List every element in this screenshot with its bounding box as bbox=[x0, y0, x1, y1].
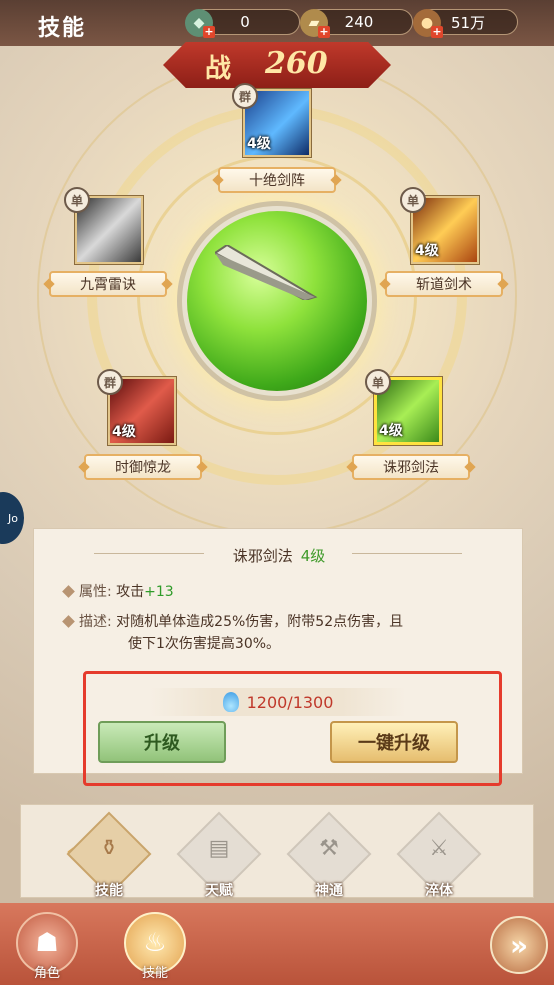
tab-talent-label: 天赋 bbox=[205, 883, 233, 899]
diamond-icon bbox=[62, 615, 75, 628]
skill-name-jiuxiao[interactable]: 九霄雷诀 bbox=[49, 271, 167, 297]
nav-skill-label: 技能 bbox=[141, 966, 168, 981]
attr-row: 属性: 攻击+13 bbox=[62, 581, 174, 603]
upgrade-button[interactable]: 升级 bbox=[98, 721, 226, 763]
skill-name-shiyu[interactable]: 时御惊龙 bbox=[84, 454, 202, 480]
attr-bonus: +13 bbox=[144, 584, 174, 600]
selected-skill-orb bbox=[187, 211, 367, 391]
resource-coin[interactable]: ● + 51万 bbox=[413, 9, 518, 38]
group-badge: 群 bbox=[97, 369, 123, 395]
hammer-icon: ⚒ bbox=[319, 836, 339, 861]
bottom-nav bbox=[0, 903, 554, 985]
book-icon: ▤ bbox=[208, 836, 230, 861]
attr-text: 攻击 bbox=[116, 584, 145, 600]
one-key-upgrade-button[interactable]: 一键升级 bbox=[330, 721, 458, 763]
tab-divine-label: 神通 bbox=[315, 883, 343, 899]
single-badge: 单 bbox=[400, 187, 426, 213]
resource-jade-value: 0 bbox=[240, 13, 250, 31]
arrow-right-icon: » bbox=[509, 928, 529, 962]
sword-icon: ⚔ bbox=[429, 836, 449, 861]
skill-name-zhuxie[interactable]: 诛邪剑法 bbox=[352, 454, 470, 480]
attr-label: 属性: bbox=[79, 584, 112, 600]
page-title: 技能 bbox=[38, 16, 87, 41]
desc-line2: 使下1次伤害提高30%。 bbox=[128, 636, 281, 652]
resource-coin-value: 51万 bbox=[450, 13, 486, 32]
detail-skill-level: 4级 bbox=[300, 547, 326, 565]
skill-level: 4级 bbox=[379, 423, 403, 439]
detail-title: 诛邪剑法 4级 bbox=[34, 545, 524, 566]
skill-level: 4级 bbox=[415, 243, 439, 259]
diamond-icon bbox=[62, 585, 75, 598]
skill-name-zhandao[interactable]: 斩道剑术 bbox=[385, 271, 503, 297]
group-badge: 群 bbox=[232, 83, 258, 109]
tab-temper-label: 淬体 bbox=[425, 883, 453, 899]
power-label: 战 bbox=[205, 54, 232, 84]
resource-ingot-value: 240 bbox=[344, 13, 374, 31]
tab-skill-label: 技能 bbox=[95, 883, 123, 899]
skill-icon: ♨ bbox=[143, 928, 167, 958]
skill-level: 4级 bbox=[247, 136, 271, 152]
spirit-flame-icon bbox=[222, 692, 239, 712]
resource-ingot[interactable]: ▰ + 240 bbox=[300, 9, 413, 38]
skill-name-shijue[interactable]: 十绝剑阵 bbox=[218, 167, 336, 193]
desc-line1: 对随机单体造成25%伤害，附带52点伤害，且 bbox=[116, 614, 404, 630]
desc-row: 描述: 对随机单体造成25%伤害，附带52点伤害，且 bbox=[62, 611, 404, 633]
detail-skill-name: 诛邪剑法 bbox=[232, 547, 293, 565]
single-badge: 单 bbox=[64, 187, 90, 213]
skill-level: 4级 bbox=[112, 424, 136, 440]
sword-icon bbox=[215, 245, 318, 300]
skill-icon: ⚱ bbox=[99, 836, 119, 861]
character-icon: ☗ bbox=[35, 928, 59, 958]
upgrade-cost-value: 1200/1300 bbox=[246, 692, 334, 712]
plus-icon[interactable]: + bbox=[431, 26, 443, 38]
next-arrow-button[interactable]: » bbox=[490, 916, 548, 974]
resource-jade[interactable]: ◆ + 0 bbox=[185, 9, 300, 38]
plus-icon[interactable]: + bbox=[318, 26, 330, 38]
desc-label: 描述: bbox=[79, 614, 112, 630]
plus-icon[interactable]: + bbox=[203, 26, 215, 38]
power-value: 260 bbox=[265, 46, 328, 81]
nav-character-label: 角色 bbox=[33, 966, 60, 981]
single-badge: 单 bbox=[365, 369, 391, 395]
upgrade-cost: 1200/1300 bbox=[150, 688, 406, 716]
